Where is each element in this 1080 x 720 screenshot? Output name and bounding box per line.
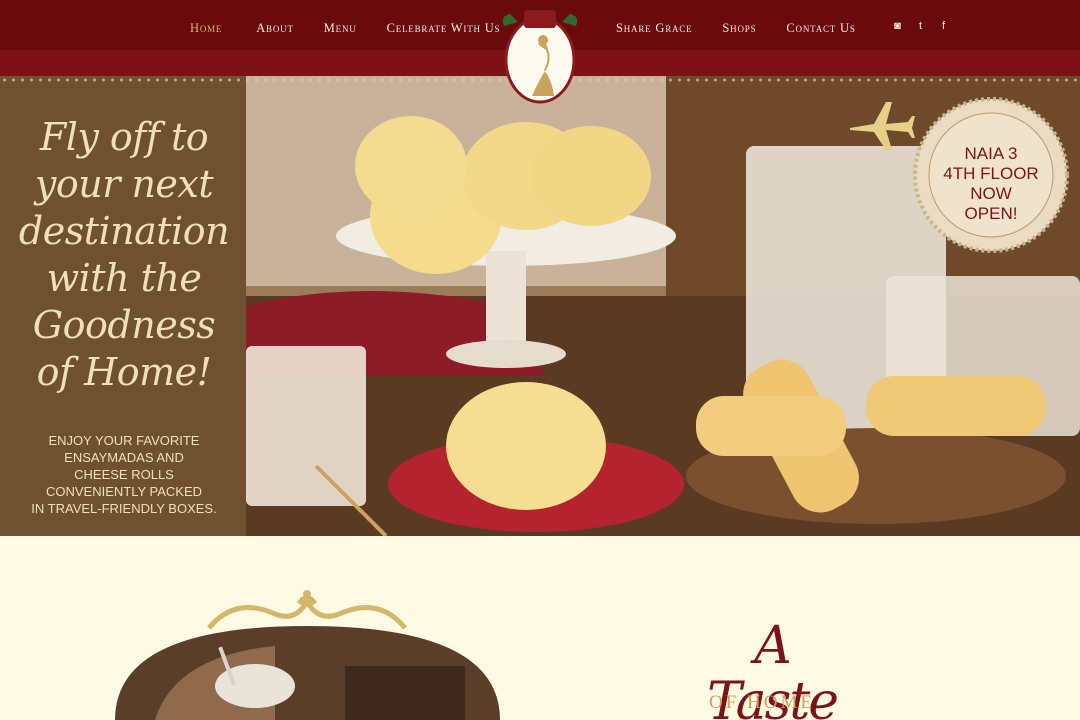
nav-home[interactable]: Home	[190, 21, 222, 36]
nav-left-group: Home About Menu Celebrate With Us	[190, 20, 500, 36]
mary-grace-logo[interactable]	[498, 4, 582, 104]
instagram-icon[interactable]: ◙	[892, 20, 903, 32]
promo-subline: Enjoy your favorite ensaymadas and chees…	[10, 432, 238, 517]
nav-share-grace[interactable]: Share Grace	[616, 21, 692, 36]
subline-line: Enjoy your favorite	[48, 433, 200, 448]
nav-right-group: Share Grace Shops Contact Us	[616, 20, 856, 36]
promo-text-panel: Fly off to your next destination with th…	[0, 76, 246, 536]
headline-line: your next	[34, 162, 214, 206]
cafe-photo	[115, 626, 500, 720]
subline-line: ensaymadas and	[64, 450, 184, 465]
social-links: ◙ t f	[892, 20, 949, 32]
subline-line: conveniently packed	[45, 484, 203, 499]
nav-shops[interactable]: Shops	[722, 21, 756, 36]
taste-of-home-section: A Taste OF HOME	[0, 536, 1080, 720]
seal-line: NAIA 3	[964, 144, 1018, 163]
nav-about[interactable]: About	[256, 21, 294, 36]
gold-scroll-ornament	[207, 590, 407, 630]
promo-headline: Fly off to your next destination with th…	[14, 114, 234, 396]
twitter-icon[interactable]: t	[915, 20, 926, 32]
hero-banner[interactable]: Fly off to your next destination with th…	[0, 76, 1080, 536]
nav-menu[interactable]: Menu	[324, 21, 357, 36]
taste-of-home-subtitle: OF HOME	[709, 692, 815, 713]
subline-line: in travel-friendly boxes.	[31, 501, 217, 516]
airplane-icon	[850, 102, 915, 150]
seal-text: NAIA 3 4TH FLOOR NOW OPEN!	[912, 144, 1070, 224]
headline-line: Fly off to	[39, 115, 209, 159]
subline-line: cheese rolls	[74, 467, 174, 482]
nav-celebrate-with-us[interactable]: Celebrate With Us	[387, 21, 501, 36]
seal-line: NOW	[970, 184, 1012, 203]
seal-line: 4TH FLOOR	[943, 164, 1039, 183]
headline-line: destination	[18, 209, 230, 253]
facebook-icon[interactable]: f	[938, 20, 949, 32]
headline-line: with the	[46, 256, 202, 300]
seal-line: OPEN!	[964, 204, 1018, 223]
nav-contact-us[interactable]: Contact Us	[786, 21, 855, 36]
headline-line: Goodness	[32, 303, 216, 347]
headline-line: of Home!	[36, 350, 212, 394]
